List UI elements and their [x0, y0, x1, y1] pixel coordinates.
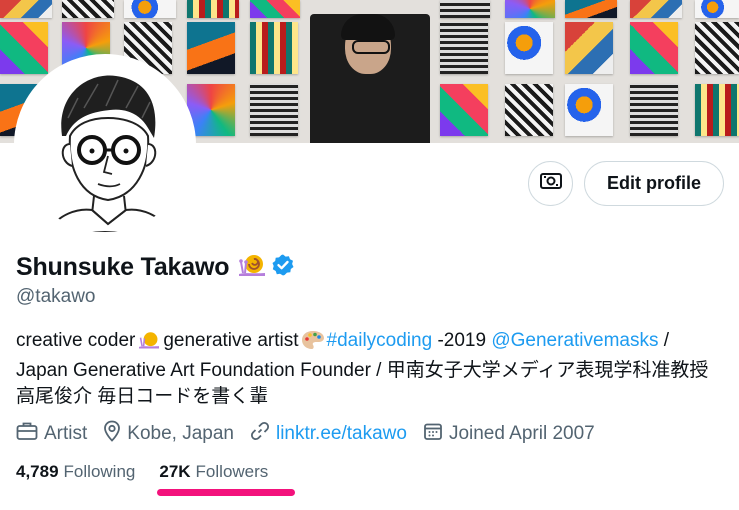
calendar-icon: [423, 421, 449, 447]
handle: @takawo: [16, 286, 96, 307]
category-label: Artist: [44, 423, 88, 444]
avatar[interactable]: [14, 54, 196, 236]
profile-meta: Artist Kobe, Japan linktr.ee/takawo Join…: [16, 420, 611, 448]
edit-profile-button[interactable]: Edit profile: [584, 161, 724, 206]
joined-label: Joined April 2007: [448, 423, 595, 444]
briefcase-icon: [16, 421, 44, 447]
following-label: Following: [63, 462, 136, 481]
followers-highlight-underline: [157, 489, 295, 496]
following-count: 4,789: [16, 462, 59, 481]
location-label: Kobe, Japan: [127, 423, 234, 444]
followers-link[interactable]: 27K Followers: [159, 462, 268, 482]
link-icon: [250, 421, 276, 447]
followers-count: 27K: [159, 462, 191, 481]
snail-icon: [237, 252, 267, 283]
location-pin-icon: [103, 420, 127, 448]
verified-badge-icon[interactable]: [271, 253, 295, 282]
bio: creative coder generative artist #dailycod…: [16, 328, 726, 410]
website-item[interactable]: linktr.ee/takawo: [250, 421, 407, 447]
snail-icon: [137, 330, 161, 358]
joined-item: Joined April 2007: [423, 421, 595, 447]
website-link[interactable]: linktr.ee/takawo: [276, 423, 407, 445]
category-item: Artist: [16, 421, 87, 447]
location-item: Kobe, Japan: [103, 420, 234, 448]
money-icon: [539, 171, 562, 196]
hashtag-link[interactable]: #dailycoding: [327, 330, 433, 351]
name-row: Shunsuke Takawo: [16, 252, 295, 283]
display-name: Shunsuke Takawo: [16, 253, 230, 281]
bio-text-2: generative artist: [163, 330, 299, 351]
bio-text-3: -2019: [437, 330, 487, 351]
followers-label: Followers: [195, 462, 269, 481]
following-link[interactable]: 4,789 Following: [16, 462, 135, 482]
money-button[interactable]: [528, 161, 573, 206]
mention-link[interactable]: @Generativemasks: [491, 330, 658, 351]
bio-text-1: creative coder: [16, 330, 136, 351]
follow-stats: 4,789 Following 27K Followers: [16, 462, 292, 482]
palette-icon: [301, 330, 325, 358]
